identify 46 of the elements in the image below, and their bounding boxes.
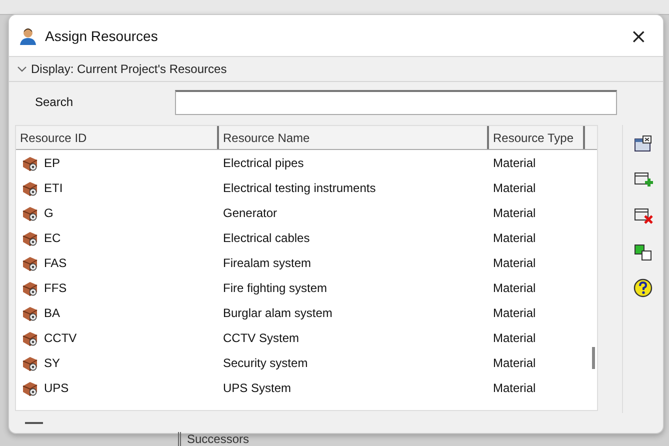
table-cell-text: Material xyxy=(492,256,537,270)
table-cell: UPS xyxy=(44,380,69,394)
table-cell: CCTV xyxy=(44,330,77,344)
table-cell: FAS xyxy=(44,256,67,270)
window-close-icon[interactable] xyxy=(633,134,654,154)
column-header[interactable]: Resource Name xyxy=(219,126,489,149)
table-cell-text: Material xyxy=(492,230,537,244)
tab-label[interactable]: Successors xyxy=(178,432,250,446)
table-cell: FFS xyxy=(44,280,67,294)
table-cell-text: CCTV System xyxy=(222,330,300,344)
table-cell: BA xyxy=(44,306,60,320)
table-cell-text: Generator xyxy=(222,206,278,220)
table-cell-text: Material xyxy=(492,280,537,294)
table-cell-text: Material xyxy=(492,380,537,394)
table-cell-text: Fire fighting system xyxy=(222,280,328,294)
column-header[interactable]: Resource Type xyxy=(489,126,585,149)
table-cell: EP xyxy=(44,156,60,170)
table-cell-text: Material xyxy=(492,306,537,320)
table-cell-text: Material xyxy=(492,156,537,170)
user-icon xyxy=(19,26,37,44)
table-cell-text: Burglar alam system xyxy=(222,306,334,320)
column-header[interactable]: Resource ID xyxy=(16,126,219,149)
table-cell-text: Material xyxy=(492,330,537,344)
delete-row-icon[interactable] xyxy=(633,206,654,226)
search-field[interactable] xyxy=(175,90,617,114)
table-cell: G xyxy=(44,206,54,220)
help-icon[interactable] xyxy=(633,278,654,298)
display-filter-label[interactable]: Display: Current Project's Resources xyxy=(31,62,227,76)
table-cell: ETI xyxy=(44,180,63,194)
table-cell: EC xyxy=(44,230,61,244)
table-cell-text: UPS System xyxy=(222,380,292,394)
chevron-down-icon[interactable] xyxy=(17,64,27,74)
table-cell-text: Material xyxy=(492,180,537,194)
table-cell-text: Security system xyxy=(222,356,309,370)
swap-icon[interactable] xyxy=(633,242,654,262)
table-cell-text: Material xyxy=(492,206,537,220)
table-cell-text: Electrical pipes xyxy=(222,156,305,170)
table-cell-text: Firealam system xyxy=(222,256,312,270)
table-cell: SY xyxy=(44,356,60,370)
scrollbar-thumb[interactable] xyxy=(592,347,595,369)
table-cell-text: Electrical testing instruments xyxy=(222,180,377,194)
window-title: Assign Resources xyxy=(45,28,159,44)
table-cell-text: Material xyxy=(492,356,537,370)
close-button[interactable]: × xyxy=(624,24,653,48)
search-label: Search xyxy=(35,95,74,109)
table-cell-text: Electrical cables xyxy=(222,230,311,244)
